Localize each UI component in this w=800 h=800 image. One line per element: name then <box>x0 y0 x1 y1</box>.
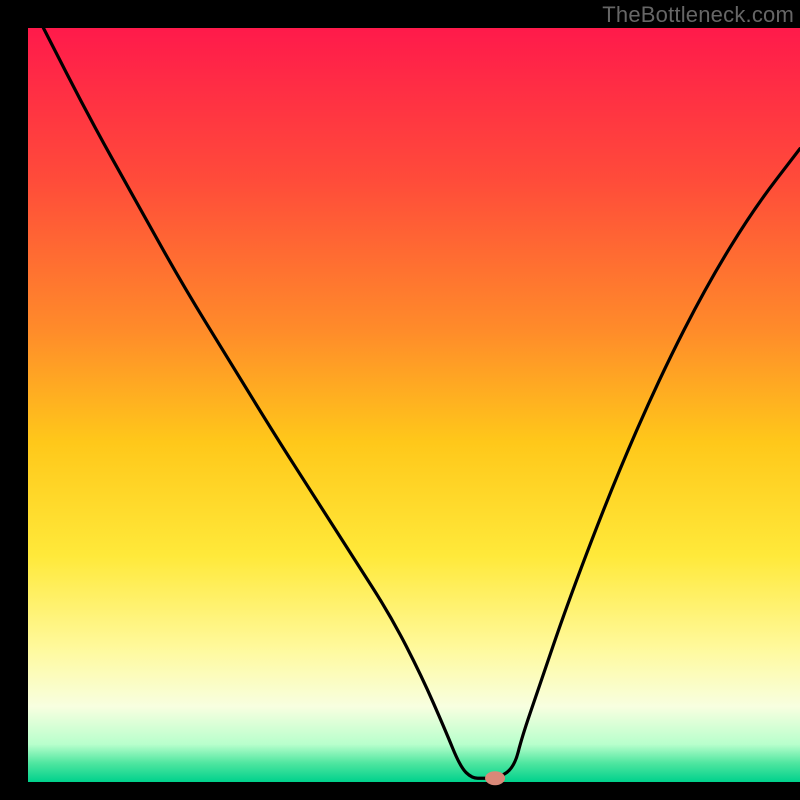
watermark-text: TheBottleneck.com <box>602 2 794 28</box>
plot-background <box>28 28 800 782</box>
bottleneck-chart <box>0 0 800 800</box>
chart-container: TheBottleneck.com <box>0 0 800 800</box>
minimum-marker <box>485 771 505 785</box>
